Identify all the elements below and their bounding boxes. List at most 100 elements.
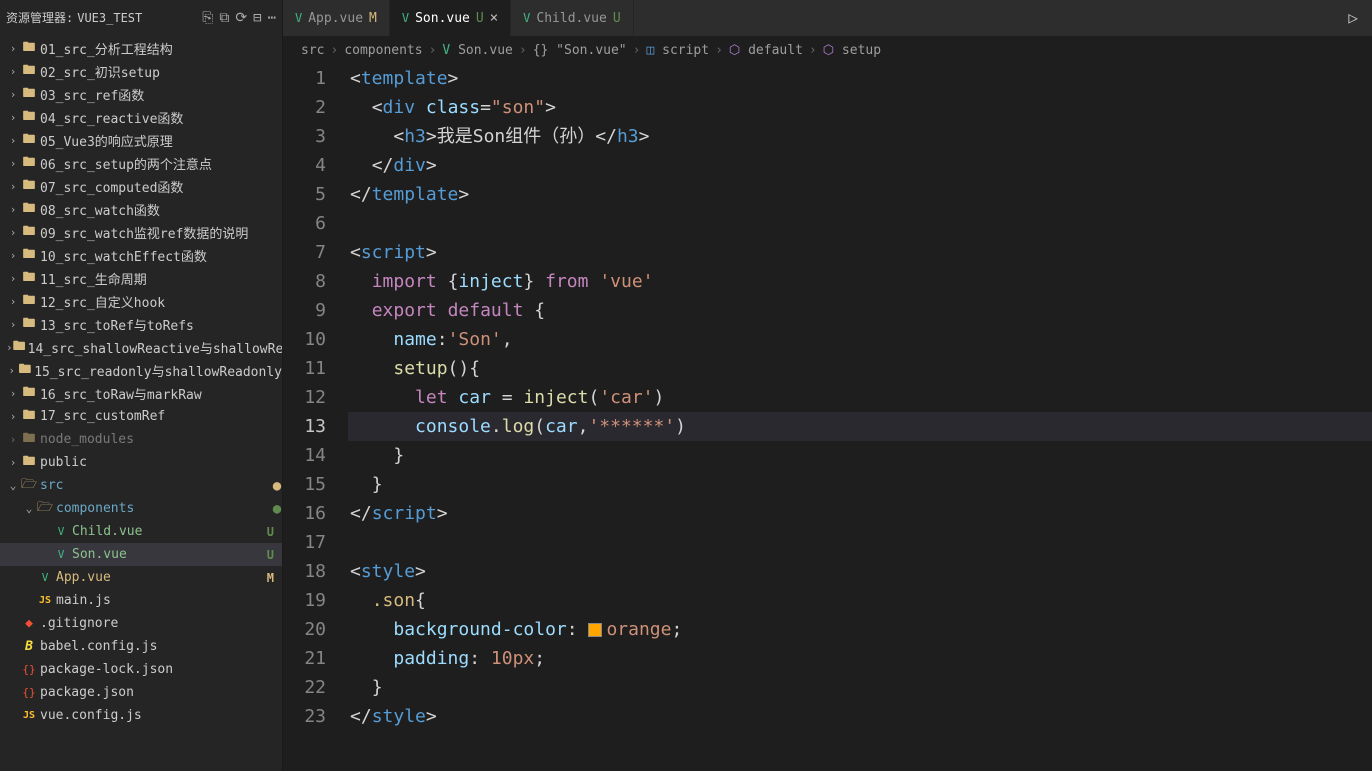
editor-tab[interactable]: VChild.vueU bbox=[511, 0, 634, 36]
folder-item[interactable]: ›🖿09_src_watch监视ref数据的说明 bbox=[0, 221, 282, 244]
file-item[interactable]: ◆.gitignore bbox=[0, 612, 282, 635]
folder-item[interactable]: ›🖿02_src_初识setup bbox=[0, 60, 282, 83]
file-item[interactable]: {}package.json bbox=[0, 681, 282, 704]
chevron-icon: › bbox=[6, 295, 20, 308]
folder-item[interactable]: ›🖿node_modules bbox=[0, 428, 282, 451]
chevron-icon: ⌄ bbox=[6, 479, 20, 492]
folder-item[interactable]: ›🖿13_src_toRef与toRefs bbox=[0, 313, 282, 336]
breadcrumb-separator: › bbox=[330, 43, 338, 58]
file-item[interactable]: VApp.vueM bbox=[0, 566, 282, 589]
more-icon[interactable]: ⋯ bbox=[268, 10, 276, 26]
file-label: 10_src_watchEffect函数 bbox=[40, 246, 282, 265]
file-item[interactable]: JSvue.config.js bbox=[0, 704, 282, 727]
folder-icon: 🖿 bbox=[20, 130, 38, 152]
file-label: components bbox=[56, 501, 272, 516]
git-icon: ◆ bbox=[20, 616, 38, 631]
chevron-icon: › bbox=[6, 272, 20, 285]
file-label: node_modules bbox=[40, 432, 282, 447]
editor-tab[interactable]: VSon.vueU× bbox=[390, 0, 511, 36]
file-item[interactable]: Bbabel.config.js bbox=[0, 635, 282, 658]
folder-icon: 🖿 bbox=[13, 337, 26, 359]
file-label: vue.config.js bbox=[40, 708, 282, 723]
breadcrumb-segment[interactable]: components bbox=[344, 43, 422, 58]
new-file-icon[interactable]: ⎘ bbox=[202, 10, 213, 26]
folder-item[interactable]: ›🖿10_src_watchEffect函数 bbox=[0, 244, 282, 267]
folder-item[interactable]: ›🖿15_src_readonly与shallowReadonly bbox=[0, 359, 282, 382]
folder-item[interactable]: ⌄🗁components● bbox=[0, 497, 282, 520]
file-item[interactable]: VChild.vueU bbox=[0, 520, 282, 543]
folder-icon: 🖿 bbox=[20, 222, 38, 244]
run-icon[interactable]: ▷ bbox=[1348, 8, 1358, 27]
editor-area: ▷ VApp.vueMVSon.vueU×VChild.vueU src›com… bbox=[283, 0, 1372, 771]
code-editor[interactable]: 1234567891011121314151617181920212223 <t… bbox=[283, 64, 1372, 771]
folder-icon: 🖿 bbox=[20, 452, 38, 474]
folder-icon: 🖿 bbox=[20, 314, 38, 336]
file-label: Child.vue bbox=[72, 524, 266, 539]
breadcrumb-segment[interactable]: ⬡ setup bbox=[823, 43, 881, 58]
code-content[interactable]: <template> <div class="son"> <h3>我是Son组件… bbox=[348, 64, 1372, 771]
git-status-dot: ● bbox=[272, 479, 282, 493]
folder-item[interactable]: ›🖿06_src_setup的两个注意点 bbox=[0, 152, 282, 175]
folder-item[interactable]: ›🖿public bbox=[0, 451, 282, 474]
tab-label: Child.vue bbox=[536, 11, 606, 26]
file-label: main.js bbox=[56, 593, 282, 608]
folder-item[interactable]: ›🖿05_Vue3的响应式原理 bbox=[0, 129, 282, 152]
folder-item[interactable]: ›🖿17_src_customRef bbox=[0, 405, 282, 428]
chevron-icon: ⌄ bbox=[22, 502, 36, 515]
file-item[interactable]: VSon.vueU bbox=[0, 543, 282, 566]
file-item[interactable]: {}package-lock.json bbox=[0, 658, 282, 681]
folder-icon: 🖿 bbox=[20, 153, 38, 175]
file-item[interactable]: JSmain.js bbox=[0, 589, 282, 612]
chevron-icon: › bbox=[6, 226, 20, 239]
breadcrumb-segment[interactable]: ◫ script bbox=[646, 43, 709, 58]
chevron-icon: › bbox=[6, 364, 17, 377]
sidebar-header: 资源管理器: VUE3_TEST ⎘ ⧉ ⟳ ⊟ ⋯ bbox=[0, 0, 282, 35]
collapse-icon[interactable]: ⊟ bbox=[253, 10, 261, 26]
breadcrumb-separator: › bbox=[633, 43, 641, 58]
folder-icon: 🖿 bbox=[20, 245, 38, 267]
folder-open-icon: 🗁 bbox=[20, 475, 38, 497]
folder-item[interactable]: ›🖿03_src_ref函数 bbox=[0, 83, 282, 106]
file-label: 09_src_watch监视ref数据的说明 bbox=[40, 223, 282, 242]
file-label: babel.config.js bbox=[40, 639, 282, 654]
editor-tab[interactable]: VApp.vueM bbox=[283, 0, 390, 36]
breadcrumb: src›components›V Son.vue›{} "Son.vue"›◫ … bbox=[283, 36, 1372, 64]
js-icon: JS bbox=[20, 710, 38, 721]
folder-item[interactable]: ›🖿14_src_shallowReactive与shallowRef bbox=[0, 336, 282, 359]
chevron-icon: › bbox=[6, 180, 20, 193]
tab-git-status: U bbox=[476, 11, 484, 26]
tab-git-status: U bbox=[613, 11, 621, 26]
folder-item[interactable]: ›🖿11_src_生命周期 bbox=[0, 267, 282, 290]
breadcrumb-segment[interactable]: src bbox=[301, 43, 324, 58]
git-status: U bbox=[266, 548, 282, 562]
json-icon: {} bbox=[20, 663, 38, 676]
breadcrumb-separator: › bbox=[715, 43, 723, 58]
file-explorer: ›🖿01_src_分析工程结构›🖿02_src_初识setup›🖿03_src_… bbox=[0, 35, 282, 771]
breadcrumb-segment[interactable]: ⬡ default bbox=[729, 43, 803, 58]
js-icon: JS bbox=[36, 595, 54, 606]
new-folder-icon[interactable]: ⧉ bbox=[219, 10, 229, 26]
chevron-icon: › bbox=[6, 410, 20, 423]
explorer-label: 资源管理器: bbox=[6, 9, 73, 26]
close-icon[interactable]: × bbox=[490, 10, 498, 26]
chevron-icon: › bbox=[6, 134, 20, 147]
folder-icon: 🖿 bbox=[20, 383, 38, 405]
folder-item[interactable]: ›🖿16_src_toRaw与markRaw bbox=[0, 382, 282, 405]
folder-item[interactable]: ›🖿01_src_分析工程结构 bbox=[0, 37, 282, 60]
folder-icon: 🖿 bbox=[17, 360, 32, 382]
vue-icon: V bbox=[402, 11, 409, 25]
folder-item[interactable]: ⌄🗁src● bbox=[0, 474, 282, 497]
vue-icon: V bbox=[295, 11, 302, 25]
chevron-icon: › bbox=[6, 203, 20, 216]
breadcrumb-segment[interactable]: {} "Son.vue" bbox=[533, 43, 627, 58]
git-status: M bbox=[266, 571, 282, 585]
folder-item[interactable]: ›🖿04_src_reactive函数 bbox=[0, 106, 282, 129]
folder-open-icon: 🗁 bbox=[36, 498, 54, 520]
folder-item[interactable]: ›🖿08_src_watch函数 bbox=[0, 198, 282, 221]
sidebar: 资源管理器: VUE3_TEST ⎘ ⧉ ⟳ ⊟ ⋯ ›🖿01_src_分析工程… bbox=[0, 0, 283, 771]
file-label: 03_src_ref函数 bbox=[40, 85, 282, 104]
breadcrumb-segment[interactable]: V Son.vue bbox=[442, 43, 512, 58]
refresh-icon[interactable]: ⟳ bbox=[235, 10, 247, 26]
folder-item[interactable]: ›🖿07_src_computed函数 bbox=[0, 175, 282, 198]
folder-item[interactable]: ›🖿12_src_自定义hook bbox=[0, 290, 282, 313]
